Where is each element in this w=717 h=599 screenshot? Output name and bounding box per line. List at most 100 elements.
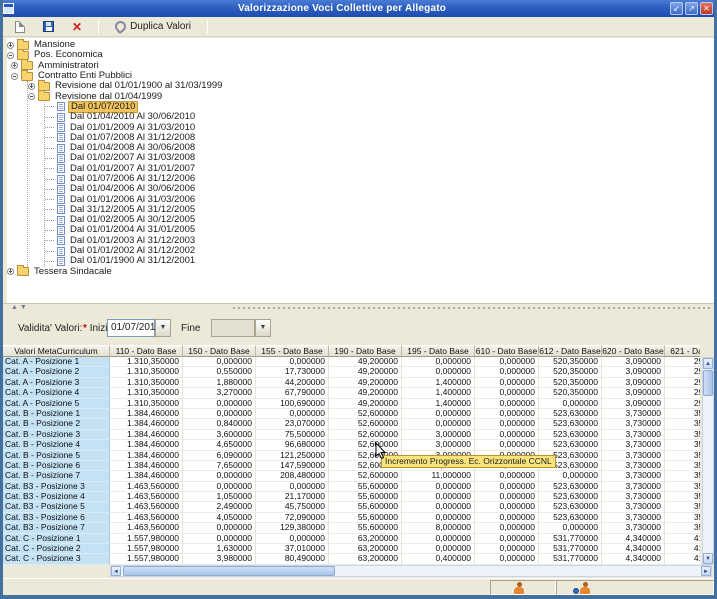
value-cell[interactable]: 4,340000: [602, 554, 665, 564]
value-cell[interactable]: 72,090000: [256, 513, 329, 523]
value-cell[interactable]: 0,000000: [475, 544, 539, 554]
value-cell[interactable]: 0,000000: [539, 523, 602, 533]
column-header[interactable]: 155 - Dato Base: [256, 345, 329, 357]
delete-button[interactable]: ✕: [70, 19, 84, 35]
value-cell[interactable]: 29,310000: [665, 378, 700, 388]
collapse-handle-icon[interactable]: [28, 93, 35, 100]
value-cell[interactable]: 1,630000: [183, 544, 256, 554]
value-cell[interactable]: 0,000000: [402, 367, 475, 377]
value-cell[interactable]: 0,400000: [402, 554, 475, 564]
value-cell[interactable]: 52,600000: [329, 409, 402, 419]
value-cell[interactable]: 3,090000: [602, 399, 665, 409]
value-cell[interactable]: 55,600000: [329, 502, 402, 512]
column-header[interactable]: 612 - Dato Base: [539, 345, 602, 357]
value-cell[interactable]: 523,630000: [539, 419, 602, 429]
collapse-handle-icon[interactable]: [11, 73, 18, 80]
value-cell[interactable]: 0,000000: [256, 534, 329, 544]
scroll-down-button[interactable]: ▼: [703, 553, 713, 564]
value-cell[interactable]: 520,350000: [539, 357, 602, 367]
value-cell[interactable]: 41,460000: [665, 554, 700, 564]
value-cell[interactable]: 3,730000: [602, 492, 665, 502]
row-label-cell[interactable]: Cat. B3 - Posizione 3: [3, 482, 110, 492]
start-date-dropdown-icon[interactable]: ▼: [155, 319, 171, 337]
row-label-cell[interactable]: Cat. B - Posizione 6: [3, 461, 110, 471]
value-cell[interactable]: 0,000000: [183, 471, 256, 481]
value-cell[interactable]: 35,580000: [665, 440, 700, 450]
value-cell[interactable]: 3,600000: [183, 430, 256, 440]
value-cell[interactable]: 1.557,980000: [110, 544, 183, 554]
value-cell[interactable]: 129,380000: [256, 523, 329, 533]
value-cell[interactable]: 49,200000: [329, 378, 402, 388]
value-cell[interactable]: 35,580000: [665, 471, 700, 481]
value-cell[interactable]: 35,580000: [665, 409, 700, 419]
column-header[interactable]: 110 - Dato Base: [110, 345, 183, 357]
value-cell[interactable]: 52,600000: [329, 471, 402, 481]
tree-node-label[interactable]: Dal 01/04/2006 Al 30/06/2006: [68, 184, 197, 194]
end-date-combo[interactable]: ▼: [211, 319, 271, 337]
value-cell[interactable]: 1.310,350000: [110, 357, 183, 367]
value-cell[interactable]: 523,630000: [539, 513, 602, 523]
value-cell[interactable]: 3,090000: [602, 367, 665, 377]
value-cell[interactable]: 0,000000: [475, 471, 539, 481]
horizontal-scrollbar[interactable]: ◄ ►: [110, 565, 712, 577]
value-cell[interactable]: 1.384,460000: [110, 409, 183, 419]
value-cell[interactable]: 0,000000: [183, 409, 256, 419]
value-cell[interactable]: 3,730000: [602, 471, 665, 481]
scroll-up-button[interactable]: ▲: [703, 358, 713, 369]
start-date-combo[interactable]: 01/07/2010 ▼: [107, 319, 171, 337]
value-cell[interactable]: 0,000000: [402, 513, 475, 523]
value-cell[interactable]: 52,600000: [329, 440, 402, 450]
tree-node[interactable]: Tessera Sindacale: [7, 267, 717, 277]
value-cell[interactable]: 17,730000: [256, 367, 329, 377]
row-label-cell[interactable]: Cat. A - Posizione 1: [3, 357, 110, 367]
value-cell[interactable]: 6,090000: [183, 451, 256, 461]
value-cell[interactable]: 35,580000: [665, 451, 700, 461]
value-cell[interactable]: 1.310,350000: [110, 399, 183, 409]
row-label-cell[interactable]: Cat. A - Posizione 2: [3, 367, 110, 377]
value-cell[interactable]: 35,580000: [665, 502, 700, 512]
value-cell[interactable]: 3,730000: [602, 409, 665, 419]
value-cell[interactable]: 0,000000: [183, 534, 256, 544]
tree-node[interactable]: Dal 01/04/2010 Al 30/06/2010: [45, 112, 717, 122]
row-label-cell[interactable]: Cat. B3 - Posizione 6: [3, 513, 110, 523]
value-cell[interactable]: 147,590000: [256, 461, 329, 471]
value-cell[interactable]: 0,000000: [402, 409, 475, 419]
value-cell[interactable]: 1,400000: [402, 378, 475, 388]
value-cell[interactable]: 523,630000: [539, 482, 602, 492]
value-cell[interactable]: 0,000000: [475, 388, 539, 398]
value-cell[interactable]: 3,000000: [402, 440, 475, 450]
tree-node[interactable]: Dal 01/04/2006 Al 30/06/2006: [45, 184, 717, 194]
column-header[interactable]: Valori MetaCurriculum: [3, 345, 110, 357]
column-header[interactable]: 150 - Dato Base: [183, 345, 256, 357]
value-cell[interactable]: 0,000000: [475, 430, 539, 440]
column-header[interactable]: 195 - Dato Base: [402, 345, 475, 357]
value-cell[interactable]: 2,490000: [183, 502, 256, 512]
value-cell[interactable]: 3,090000: [602, 378, 665, 388]
value-cell[interactable]: 1.384,460000: [110, 461, 183, 471]
expand-handle-icon[interactable]: [7, 42, 14, 49]
value-cell[interactable]: 29,310000: [665, 399, 700, 409]
new-button[interactable]: [13, 19, 27, 35]
value-cell[interactable]: 121,250000: [256, 451, 329, 461]
row-label-cell[interactable]: Cat. A - Posizione 3: [3, 378, 110, 388]
value-cell[interactable]: 29,310000: [665, 367, 700, 377]
value-cell[interactable]: 1.463,560000: [110, 523, 183, 533]
value-cell[interactable]: 0,000000: [183, 523, 256, 533]
value-cell[interactable]: 520,350000: [539, 367, 602, 377]
value-cell[interactable]: 52,600000: [329, 419, 402, 429]
row-label-cell[interactable]: Cat. B3 - Posizione 5: [3, 502, 110, 512]
vertical-scroll-thumb[interactable]: [703, 370, 713, 396]
column-header[interactable]: 190 - Dato Base: [329, 345, 402, 357]
value-cell[interactable]: 0,840000: [183, 419, 256, 429]
collapse-handle-icon[interactable]: [7, 52, 14, 59]
value-cell[interactable]: 0,550000: [183, 367, 256, 377]
value-cell[interactable]: 0,000000: [475, 399, 539, 409]
value-cell[interactable]: 0,000000: [475, 378, 539, 388]
tree-node-label[interactable]: Pos. Economica: [32, 50, 105, 60]
tree-node[interactable]: Revisione dal 01/01/1900 al 31/03/1999: [28, 81, 717, 91]
value-cell[interactable]: 63,200000: [329, 554, 402, 564]
value-cell[interactable]: 523,630000: [539, 409, 602, 419]
expand-handle-icon[interactable]: [28, 83, 35, 90]
tree-node-label[interactable]: Dal 01/04/2010 Al 30/06/2010: [68, 112, 197, 122]
value-cell[interactable]: 1.310,350000: [110, 388, 183, 398]
